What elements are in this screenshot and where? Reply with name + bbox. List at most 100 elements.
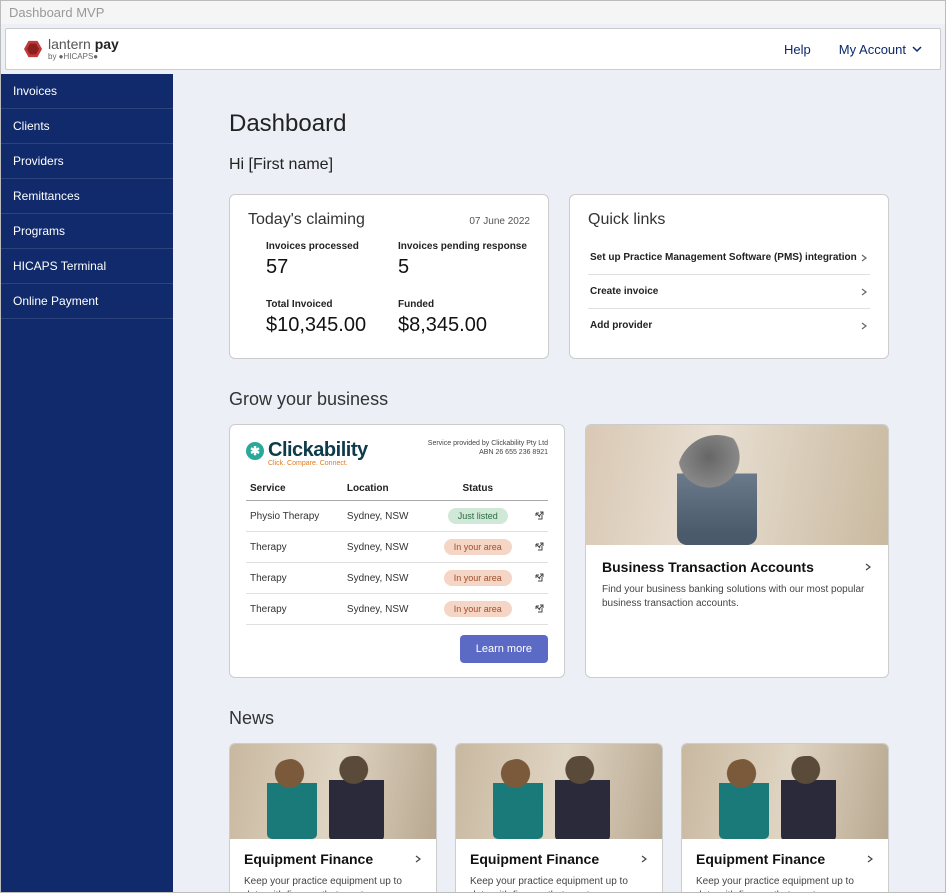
logo-subtext: by ●HICAPS●	[48, 53, 119, 61]
chevron-right-icon	[414, 855, 422, 863]
external-link-icon	[534, 604, 544, 614]
metric-value: $10,345.00	[266, 314, 398, 337]
metric-total-invoiced: Total Invoiced $10,345.00	[266, 299, 398, 337]
metric-value: 57	[266, 256, 398, 279]
news-card[interactable]: Equipment Finance Keep your practice equi…	[681, 743, 889, 893]
topbar: lantern pay by ●HICAPS● Help My Account	[5, 28, 941, 70]
chevron-right-icon	[866, 855, 874, 863]
cell-external[interactable]	[525, 563, 548, 594]
cell-service: Therapy	[246, 532, 343, 563]
chevron-right-icon	[860, 254, 868, 262]
status-badge: Just listed	[448, 508, 508, 524]
metric-invoices-pending: Invoices pending response 5	[398, 241, 530, 279]
promo-image	[586, 425, 888, 545]
promo-desc: Find your business banking solutions wit…	[602, 583, 872, 611]
external-link-icon	[534, 511, 544, 521]
sidebar-item-online-payment[interactable]: Online Payment	[1, 284, 173, 319]
grow-section-title: Grow your business	[229, 389, 889, 410]
cell-location: Sydney, NSW	[343, 532, 430, 563]
cell-status: Just listed	[430, 501, 525, 532]
table-row: Physio TherapySydney, NSW Just listed	[246, 501, 548, 532]
help-link[interactable]: Help	[784, 42, 811, 57]
claiming-title: Today's claiming	[248, 211, 365, 229]
cell-external[interactable]	[525, 594, 548, 625]
cell-external[interactable]	[525, 532, 548, 563]
sidebar-item-providers[interactable]: Providers	[1, 144, 173, 179]
metric-label: Invoices processed	[266, 241, 398, 252]
business-accounts-card[interactable]: Business Transaction Accounts Find your …	[585, 424, 889, 678]
th-status: Status	[430, 477, 525, 501]
cell-location: Sydney, NSW	[343, 594, 430, 625]
logo[interactable]: lantern pay by ●HICAPS●	[24, 37, 119, 61]
clickability-logo: ✱ Clickability	[246, 439, 368, 462]
news-desc: Keep your practice equipment up to date …	[244, 875, 422, 893]
news-desc: Keep your practice equipment up to date …	[696, 875, 874, 893]
external-link-icon	[534, 542, 544, 552]
sidebar-item-invoices[interactable]: Invoices	[1, 74, 173, 109]
metric-label: Funded	[398, 299, 530, 310]
quick-link-label: Set up Practice Management Software (PMS…	[590, 252, 857, 263]
logo-hex-icon	[24, 40, 42, 58]
news-section-title: News	[229, 708, 889, 729]
chevron-right-icon	[864, 563, 872, 571]
metric-value: 5	[398, 256, 530, 279]
chevron-down-icon	[912, 44, 922, 54]
frame-title: Dashboard MVP	[1, 1, 945, 24]
metric-label: Invoices pending response	[398, 241, 530, 252]
sidebar-item-remittances[interactable]: Remittances	[1, 179, 173, 214]
my-account-dropdown[interactable]: My Account	[839, 42, 922, 57]
cell-service: Therapy	[246, 563, 343, 594]
quick-link-add-provider[interactable]: Add provider	[588, 309, 870, 342]
cell-status: In your area	[430, 594, 525, 625]
th-service: Service	[246, 477, 343, 501]
quick-links-title: Quick links	[588, 211, 665, 229]
news-title: Equipment Finance	[470, 851, 599, 867]
quick-link-create-invoice[interactable]: Create invoice	[588, 275, 870, 309]
provider-line1: Service provided by Clickability Pty Ltd	[428, 439, 548, 448]
clickability-brand: Clickability	[268, 439, 368, 462]
promo-title: Business Transaction Accounts	[602, 559, 814, 575]
learn-more-button[interactable]: Learn more	[460, 635, 548, 663]
quick-link-label: Create invoice	[590, 286, 658, 297]
cell-location: Sydney, NSW	[343, 563, 430, 594]
metric-label: Total Invoiced	[266, 299, 398, 310]
clickability-card: ✱ Clickability Click. Compare. Connect. …	[229, 424, 565, 678]
logo-light: lantern	[48, 36, 91, 52]
cell-status: In your area	[430, 563, 525, 594]
page-title: Dashboard	[229, 110, 889, 138]
status-badge: In your area	[444, 539, 512, 555]
news-title: Equipment Finance	[696, 851, 825, 867]
cell-service: Therapy	[246, 594, 343, 625]
quick-link-pms-integration[interactable]: Set up Practice Management Software (PMS…	[588, 241, 870, 275]
news-image	[682, 744, 888, 839]
news-title: Equipment Finance	[244, 851, 373, 867]
my-account-label: My Account	[839, 42, 906, 57]
news-card[interactable]: Equipment Finance Keep your practice equi…	[455, 743, 663, 893]
todays-claiming-card: Today's claiming 07 June 2022 Invoices p…	[229, 194, 549, 359]
external-link-icon	[534, 573, 544, 583]
status-badge: In your area	[444, 601, 512, 617]
table-row: TherapySydney, NSW In your area	[246, 594, 548, 625]
sidebar-item-programs[interactable]: Programs	[1, 214, 173, 249]
logo-text: lantern pay	[48, 37, 119, 51]
news-card[interactable]: Equipment Finance Keep your practice equi…	[229, 743, 437, 893]
chevron-right-icon	[860, 322, 868, 330]
clickability-provider: Service provided by Clickability Pty Ltd…	[428, 439, 548, 457]
cell-location: Sydney, NSW	[343, 501, 430, 532]
news-image	[230, 744, 436, 839]
cell-external[interactable]	[525, 501, 548, 532]
logo-bold: pay	[95, 36, 119, 52]
news-desc: Keep your practice equipment up to date …	[470, 875, 648, 893]
metric-invoices-processed: Invoices processed 57	[266, 241, 398, 279]
sidebar-item-clients[interactable]: Clients	[1, 109, 173, 144]
sidebar-item-hicaps-terminal[interactable]: HICAPS Terminal	[1, 249, 173, 284]
metric-funded: Funded $8,345.00	[398, 299, 530, 337]
table-row: TherapySydney, NSW In your area	[246, 532, 548, 563]
cell-status: In your area	[430, 532, 525, 563]
main-content: Dashboard Hi [First name] Today's claimi…	[173, 74, 945, 893]
claiming-date: 07 June 2022	[469, 216, 530, 227]
greeting: Hi [First name]	[229, 156, 889, 174]
cell-service: Physio Therapy	[246, 501, 343, 532]
chevron-right-icon	[640, 855, 648, 863]
services-table: Service Location Status Physio TherapySy…	[246, 477, 548, 625]
